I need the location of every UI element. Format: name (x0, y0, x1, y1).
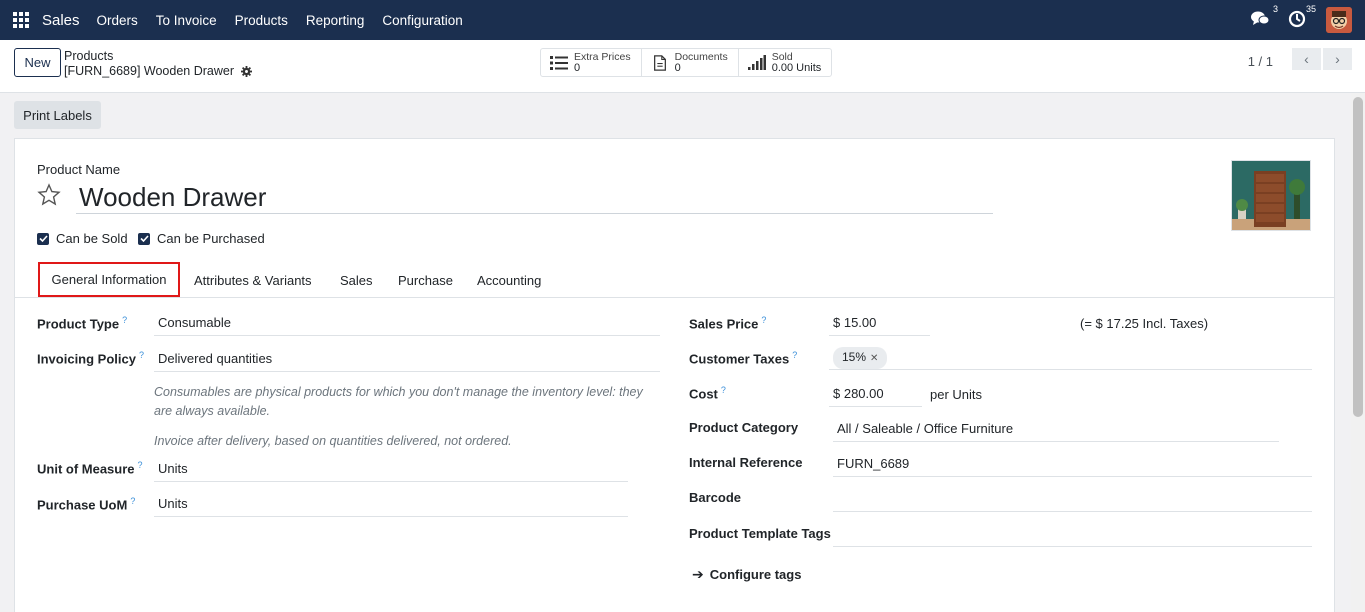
product-type-select[interactable]: Consumable (154, 312, 660, 336)
product-image[interactable] (1231, 160, 1311, 231)
top-navbar: Sales Orders To Invoice Products Reporti… (0, 0, 1365, 40)
can-be-purchased-checkbox[interactable]: Can be Purchased (138, 231, 265, 246)
remove-tag-icon[interactable]: ✕ (870, 353, 878, 364)
new-button[interactable]: New (14, 48, 61, 77)
chevron-left-icon: ‹ (1304, 51, 1309, 67)
product-category-select[interactable]: All / Saleable / Office Furniture (833, 418, 1279, 442)
messages-button[interactable]: 3 (1250, 4, 1280, 30)
breadcrumb-current: [FURN_6689] Wooden Drawer (64, 64, 252, 78)
checkmark-icon (37, 232, 49, 245)
chat-bubbles-icon (1251, 11, 1270, 25)
pager-value[interactable]: 1 / 1 (1248, 54, 1273, 69)
can-be-purchased-label: Can be Purchased (157, 231, 265, 246)
product-category-label: Product Category (689, 420, 799, 435)
user-avatar[interactable] (1326, 7, 1352, 33)
product-template-tags-label: Product Template Tags (689, 526, 831, 541)
menu-to-invoice[interactable]: To Invoice (147, 13, 226, 28)
checkmark-icon (138, 232, 150, 245)
product-template-tags-input[interactable] (833, 523, 1312, 547)
tab-general-information[interactable]: General Information (38, 262, 180, 297)
arrow-right-icon: ➔ (692, 566, 704, 582)
control-panel: New Products [FURN_6689] Wooden Drawer E… (0, 40, 1365, 93)
invoice-help-note: Invoice after delivery, based on quantit… (154, 434, 512, 448)
extra-prices-label: Extra Prices (574, 50, 631, 63)
configure-tags-label: Configure tags (709, 567, 802, 582)
activities-count-badge: 35 (1303, 4, 1318, 14)
help-icon[interactable]: ? (792, 350, 797, 360)
barcode-label: Barcode (689, 490, 742, 505)
sales-price-input[interactable]: $ 15.00 (829, 312, 930, 336)
customer-taxes-input[interactable]: 15% ✕ (829, 346, 1312, 370)
can-be-sold-checkbox[interactable]: Can be Sold (37, 231, 128, 246)
bar-signal-icon (747, 54, 766, 70)
help-icon[interactable]: ? (130, 496, 135, 506)
gear-icon[interactable] (240, 65, 252, 77)
product-name-input[interactable]: Wooden Drawer (76, 180, 993, 214)
product-name-label: Product Name (37, 162, 121, 177)
breadcrumb-current-label: [FURN_6689] Wooden Drawer (64, 64, 234, 78)
pager-next-button[interactable]: › (1323, 48, 1352, 70)
tax-tag: 15% ✕ (833, 347, 888, 369)
cost-unit-text: per Units (930, 387, 983, 402)
help-icon[interactable]: ? (122, 315, 127, 325)
invoicing-policy-select[interactable]: Delivered quantities (154, 348, 660, 372)
activities-button[interactable]: 35 (1288, 4, 1318, 30)
tab-attributes-variants[interactable]: Attributes & Variants (194, 262, 312, 298)
barcode-input[interactable] (833, 488, 1312, 512)
menu-configuration[interactable]: Configuration (373, 13, 471, 28)
document-icon (653, 54, 666, 71)
consumable-help-note: Consumables are physical products for wh… (154, 385, 643, 418)
star-icon[interactable] (37, 183, 61, 207)
help-icon[interactable]: ? (138, 460, 143, 470)
cost-input[interactable]: $ 280.00 (829, 383, 922, 407)
extra-prices-button[interactable]: Extra Prices 0 (541, 49, 642, 76)
chevron-right-icon: › (1335, 51, 1340, 67)
apps-grid-icon[interactable] (13, 12, 29, 28)
unit-of-measure-input[interactable]: Units (154, 458, 628, 482)
documents-label: Documents (674, 50, 728, 63)
breadcrumb-parent[interactable]: Products (64, 49, 113, 63)
sales-price-label: Sales Price? (689, 315, 767, 332)
help-icon[interactable]: ? (721, 385, 726, 395)
smart-buttons: Extra Prices 0 Documents 0 Sold 0.00 Uni… (540, 48, 833, 77)
configure-tags-link[interactable]: ➔ Configure tags (692, 566, 801, 583)
sold-button[interactable]: Sold 0.00 Units (739, 49, 832, 76)
menu-orders[interactable]: Orders (88, 13, 147, 28)
list-icon (550, 55, 568, 70)
invoicing-policy-label: Invoicing Policy? (37, 350, 144, 367)
app-brand[interactable]: Sales (42, 12, 80, 29)
scrollbar-thumb[interactable] (1353, 97, 1363, 417)
form-tabs: General Information Attributes & Variant… (14, 262, 1335, 298)
tab-purchase[interactable]: Purchase (398, 262, 453, 298)
menu-products[interactable]: Products (226, 13, 297, 28)
internal-reference-input[interactable]: FURN_6689 (833, 453, 1312, 477)
unit-of-measure-label: Unit of Measure? (37, 460, 143, 477)
cost-label: Cost? (689, 385, 726, 402)
help-icon[interactable]: ? (139, 350, 144, 360)
extra-prices-value: 0 (574, 61, 581, 74)
tab-accounting[interactable]: Accounting (477, 262, 541, 298)
can-be-sold-label: Can be Sold (56, 231, 128, 246)
incl-taxes-text: (= $ 17.25 Incl. Taxes) (1080, 316, 1209, 331)
internal-reference-label: Internal Reference (689, 455, 803, 470)
documents-button[interactable]: Documents 0 (642, 49, 739, 76)
menu-reporting[interactable]: Reporting (297, 13, 374, 28)
purchase-uom-input[interactable]: Units (154, 493, 628, 517)
sold-label: Sold (771, 50, 793, 63)
avatar-face-icon (1326, 7, 1352, 33)
product-type-label: Product Type? (37, 315, 128, 332)
product-photo-image (1232, 161, 1310, 230)
customer-taxes-label: Customer Taxes? (689, 350, 798, 367)
print-labels-button[interactable]: Print Labels (14, 101, 101, 129)
sold-value: 0.00 Units (771, 61, 822, 74)
tab-sales[interactable]: Sales (340, 262, 373, 298)
help-icon[interactable]: ? (761, 315, 766, 325)
purchase-uom-label: Purchase UoM? (37, 496, 136, 513)
messages-count-badge: 3 (1270, 4, 1280, 14)
pager-previous-button[interactable]: ‹ (1292, 48, 1321, 70)
documents-value: 0 (674, 61, 681, 74)
pager-buttons: ‹ › (1290, 48, 1352, 70)
clock-icon (1288, 10, 1306, 28)
